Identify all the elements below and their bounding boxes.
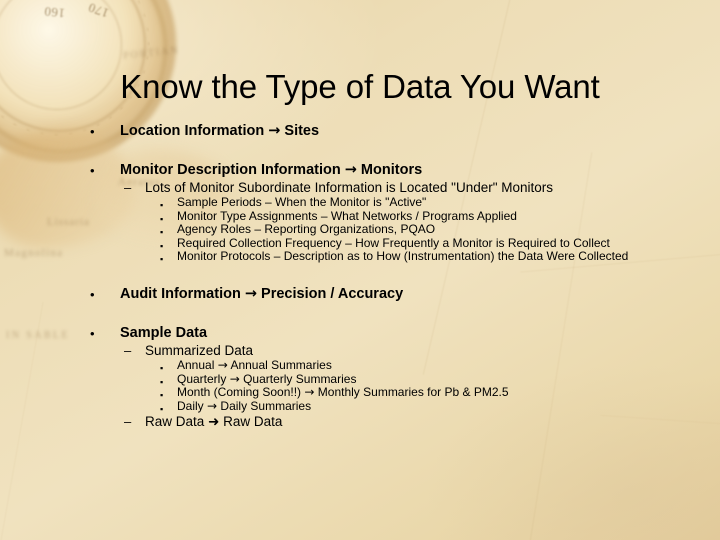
outline-item-level-2: – Raw Data ➜ Raw Data: [0, 413, 720, 431]
bullet-marker-level-2: –: [124, 180, 132, 195]
arrow-icon: →: [207, 398, 218, 413]
arrow-icon: →: [244, 285, 257, 302]
outline-item-level-3: ▪ Agency Roles – Reporting Organizations,…: [0, 222, 720, 238]
outline-item-text: Summarized Data: [145, 342, 254, 358]
outline-item-level-3: ▪ Monitor Type Assignments – What Network…: [0, 208, 720, 224]
outline-item-text: Sample Periods – When the Monitor is "Ac…: [177, 195, 427, 209]
outline-item-level-1: • Location Information → Sites: [0, 122, 720, 140]
slide-canvas: 160 170 Aeratus Lissaria Magnolina IN SA…: [0, 0, 720, 540]
outline-item-level-2: – Summarized Data: [0, 342, 720, 359]
outline-item-level-1: • Monitor Description Information → Monit…: [0, 161, 720, 179]
outline-item-text: Raw Data ➜ Raw Data: [145, 414, 283, 431]
outline-spacer: [0, 303, 720, 324]
arrow-icon: →: [229, 371, 240, 386]
arrow-icon: →: [304, 385, 315, 400]
outline-item-text: Monitor Description Information → Monito…: [120, 162, 423, 178]
outline-item-level-3: ▪ Monitor Protocols – Description as to H…: [0, 249, 720, 265]
bullet-marker-level-2: –: [124, 342, 132, 358]
outline-item-text: Agency Roles – Reporting Organizations, …: [177, 222, 436, 237]
outline-spacer: [0, 264, 720, 285]
outline-item-text: Annual → Annual Summaries: [177, 357, 332, 372]
outline-item-level-3: ▪ Quarterly → Quarterly Summaries: [0, 371, 720, 387]
outline-body: • Location Information → Sites • Monitor De…: [0, 122, 720, 431]
outline-item-text: Quarterly → Quarterly Summaries: [177, 371, 357, 386]
outline-item-level-3: ▪ Daily → Daily Summaries: [0, 398, 720, 414]
outline-item-level-3: ▪ Month (Coming Soon!!) → Monthly Summari…: [0, 385, 720, 400]
outline-item-text: Month (Coming Soon!!) → Monthly Summarie…: [177, 385, 509, 400]
bullet-marker-level-3: ▪: [160, 254, 164, 265]
slide-content: Know the Type of Data You Want • Location…: [0, 0, 720, 540]
slide-title: Know the Type of Data You Want: [120, 68, 600, 105]
outline-spacer: [0, 140, 720, 161]
bullet-marker-level-1: •: [90, 286, 95, 302]
arrow-icon: ➜: [208, 414, 220, 431]
outline-item-text: Daily → Daily Summaries: [177, 398, 312, 413]
bullet-marker-level-1: •: [90, 124, 95, 139]
outline-item-level-2: – Lots of Monitor Subordinate Information…: [0, 179, 720, 196]
outline-item-level-1: • Sample Data: [0, 324, 720, 342]
bullet-marker-level-1: •: [90, 163, 95, 178]
outline-item-text: Monitor Type Assignments – What Networks…: [177, 208, 517, 223]
bullet-marker-level-2: –: [124, 414, 132, 430]
outline-item-text: Sample Data: [120, 324, 208, 341]
arrow-icon: →: [344, 162, 357, 178]
arrow-icon: →: [268, 123, 281, 139]
outline-item-text: Audit Information → Precision / Accuracy: [120, 285, 404, 302]
outline-item-text: Location Information → Sites: [120, 123, 320, 139]
outline-item-text: Required Collection Frequency – How Freq…: [177, 235, 610, 250]
outline-item-text: Monitor Protocols – Description as to Ho…: [177, 249, 629, 264]
outline-item-level-3: ▪ Annual → Annual Summaries: [0, 357, 720, 373]
bullet-marker-level-1: •: [90, 325, 95, 341]
arrow-icon: →: [217, 357, 228, 372]
outline-item-level-1: • Audit Information → Precision / Accurac…: [0, 285, 720, 303]
outline-item-level-3: ▪ Sample Periods – When the Monitor is "A…: [0, 195, 720, 210]
outline-item-level-3: ▪ Required Collection Frequency – How Fre…: [0, 235, 720, 251]
outline-item-text: Lots of Monitor Subordinate Information …: [145, 180, 554, 195]
